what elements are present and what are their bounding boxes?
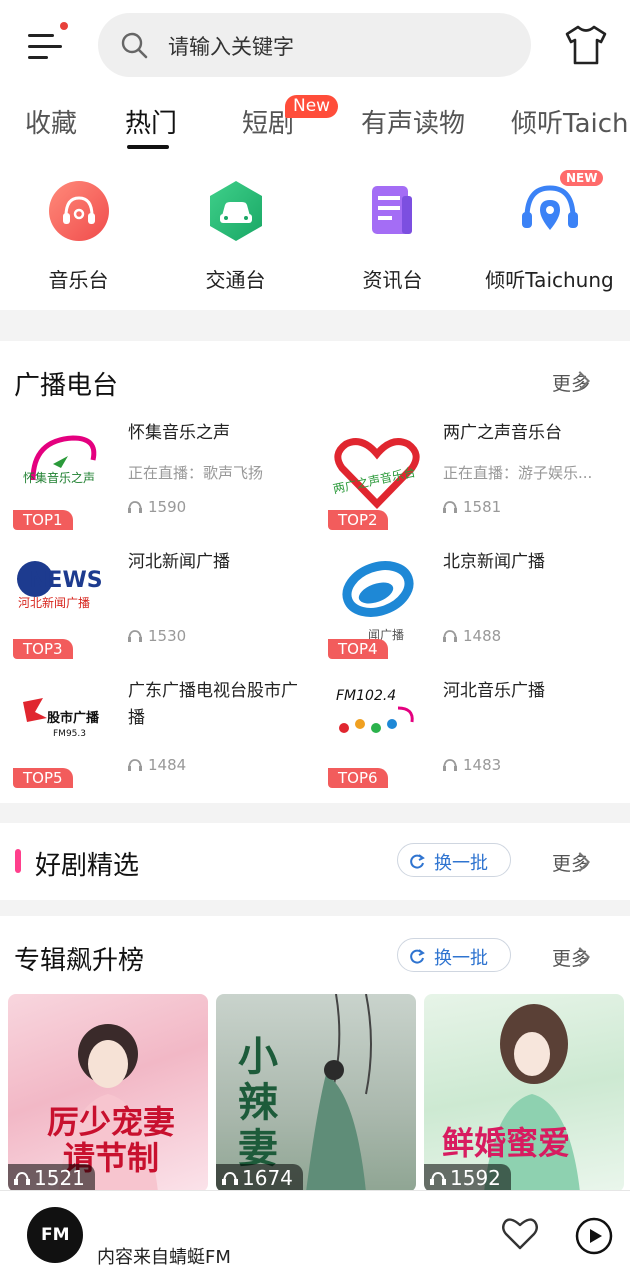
station-name: 河北新闻广播	[128, 552, 230, 572]
svg-text:FM102.4: FM102.4	[336, 688, 396, 704]
section-title: 广播电台	[14, 371, 119, 401]
rank-badge: TOP5	[13, 768, 73, 788]
drama-picks-section: 好剧精选 换一批 更多	[0, 823, 630, 900]
radio-categories: 音乐台 交通台 资讯台 倾听Taichung NEW	[0, 150, 630, 310]
album-title: 小辣妻	[238, 1034, 278, 1172]
station-name: 两广之声音乐台	[443, 423, 562, 443]
headphone-icon	[128, 501, 142, 513]
tab-hot[interactable]: 热门	[125, 103, 177, 140]
headphone-icon	[443, 759, 457, 771]
station-name: 广东广播电视台股市广播	[128, 681, 298, 728]
station-name: 河北音乐广播	[443, 681, 545, 701]
listener-count: 1581	[443, 498, 501, 516]
listener-count: 1592	[424, 1164, 511, 1192]
section-accent-bar	[15, 849, 21, 873]
car-icon	[209, 181, 262, 241]
svg-text:股市广播: 股市广播	[47, 710, 100, 726]
live-program: 正在直播：歌声飞扬	[128, 464, 264, 482]
rank-badge: TOP2	[328, 510, 388, 530]
active-tab-indicator	[127, 145, 169, 149]
station-logo: NEWS 河北新闻广播	[13, 549, 111, 647]
menu-icon[interactable]	[22, 22, 70, 66]
svg-text:FM95.3: FM95.3	[53, 729, 86, 739]
station-name: 怀集音乐之声	[128, 423, 230, 443]
station-name: 北京新闻广播	[443, 552, 545, 572]
heart-icon[interactable]	[501, 1215, 539, 1251]
headphone-icon	[128, 759, 142, 771]
rank-badge: TOP4	[328, 639, 388, 659]
album-chart-section: 专辑飙升榜 换一批 更多 厉少宠妻请节制 1521 小辣妻 1674 鲜婚蜜爱 …	[0, 916, 630, 1196]
search-bar[interactable]: 请输入关键字	[98, 13, 531, 77]
top-bar: 请输入关键字 收藏 热门 短剧 New 有声读物 倾听Taichung	[0, 0, 630, 150]
svg-text:怀集音乐之声: 怀集音乐之声	[23, 470, 95, 485]
rank-badge: TOP1	[13, 510, 73, 530]
listener-count: 1483	[443, 756, 501, 774]
album-card[interactable]: 厉少宠妻请节制 1521	[8, 994, 208, 1192]
search-icon	[121, 32, 148, 59]
news-icon	[371, 186, 412, 234]
category-taichung[interactable]: 倾听Taichung	[471, 150, 628, 310]
search-placeholder: 请输入关键字	[168, 35, 294, 59]
headphone-icon	[222, 1171, 238, 1185]
music-icon	[48, 181, 109, 241]
fm-logo[interactable]: FM	[27, 1207, 83, 1263]
station-logo: 股市广播 FM95.3	[13, 678, 111, 776]
app-page: 请输入关键字 收藏 热门 短剧 New 有声读物 倾听Taichung	[0, 0, 630, 1280]
headphone-icon	[430, 1171, 446, 1185]
play-icon[interactable]	[575, 1217, 613, 1255]
listener-count: 1521	[8, 1164, 95, 1192]
album-card[interactable]: 小辣妻 1674	[216, 994, 416, 1192]
tab-favorites[interactable]: 收藏	[25, 103, 77, 140]
headphone-icon	[443, 501, 457, 513]
listener-count: 1674	[216, 1164, 303, 1192]
station-logo: 闻广播	[328, 549, 426, 647]
rank-badge: TOP6	[328, 768, 388, 788]
new-badge: New	[285, 95, 339, 118]
category-traffic[interactable]: 交通台	[157, 150, 314, 310]
listener-count: 1488	[443, 627, 501, 645]
station-card[interactable]: 股市广播 FM95.3 TOP5 广东广播电视台股市广播 1484	[13, 678, 313, 788]
station-card[interactable]: 两广之声音乐台 TOP2 两广之声音乐台 正在直播：游子娱乐... 1581	[328, 420, 628, 530]
station-logo: 两广之声音乐台	[328, 420, 426, 518]
station-card[interactable]: FM102.4 TOP6 河北音乐广播 1483	[328, 678, 628, 788]
radio-station-section: 广播电台 更多 怀集音乐之声 TOP1 怀集音乐之声 正在直播：歌声飞扬 159…	[0, 341, 630, 803]
station-card[interactable]: 怀集音乐之声 TOP1 怀集音乐之声 正在直播：歌声飞扬 1590	[13, 420, 313, 530]
headphone-location-icon	[521, 185, 578, 230]
refresh-batch-button[interactable]: 换一批	[397, 938, 511, 972]
album-card[interactable]: 鲜婚蜜爱 1592	[424, 994, 624, 1192]
category-tabs: 收藏 热门 短剧 New 有声读物 倾听Taichung	[0, 95, 630, 150]
station-card[interactable]: 闻广播 TOP4 北京新闻广播 1488	[328, 549, 628, 659]
tab-taichung[interactable]: 倾听Taichung	[511, 103, 630, 140]
station-card[interactable]: NEWS 河北新闻广播 TOP3 河北新闻广播 1530	[13, 549, 313, 659]
svg-text:河北新闻广播: 河北新闻广播	[18, 595, 90, 610]
refresh-icon	[410, 949, 425, 964]
listener-count: 1590	[128, 498, 186, 516]
station-logo: FM102.4	[328, 678, 426, 776]
listener-count: 1484	[128, 756, 186, 774]
headphone-icon	[14, 1171, 30, 1185]
tab-audiobooks[interactable]: 有声读物	[361, 103, 465, 140]
content-source-label: 内容来自蜻蜓FM	[97, 1247, 231, 1268]
svg-text:NEWS: NEWS	[29, 568, 103, 593]
category-music[interactable]: 音乐台	[0, 150, 157, 310]
headphone-icon	[128, 630, 142, 642]
album-title: 鲜婚蜜爱	[442, 1124, 571, 1162]
rank-badge: TOP3	[13, 639, 73, 659]
skin-shirt-icon[interactable]	[563, 24, 609, 66]
new-badge: NEW	[560, 170, 604, 186]
section-title: 好剧精选	[35, 851, 140, 881]
refresh-batch-button[interactable]: 换一批	[397, 843, 511, 877]
live-program: 正在直播：游子娱乐...	[443, 464, 593, 482]
notification-dot	[60, 22, 68, 30]
station-logo: 怀集音乐之声	[13, 420, 111, 518]
listener-count: 1530	[128, 627, 186, 645]
headphone-icon	[443, 630, 457, 642]
category-news[interactable]: 资讯台	[314, 150, 471, 310]
refresh-icon	[410, 854, 425, 869]
mini-player-bar: FM 内容来自蜻蜓FM	[0, 1190, 630, 1280]
section-title: 专辑飙升榜	[14, 946, 145, 976]
